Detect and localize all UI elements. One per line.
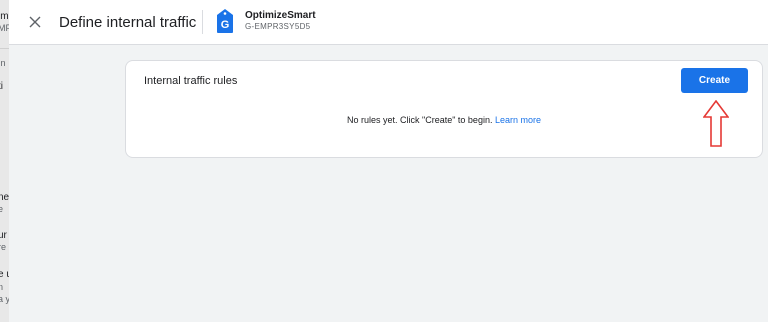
background-text-fragment: ur xyxy=(0,230,7,241)
background-text-fragment: re xyxy=(0,242,7,252)
page-title: Define internal traffic xyxy=(59,14,197,31)
header-divider xyxy=(202,10,203,34)
empty-state-message: No rules yet. Click "Create" to begin. L… xyxy=(126,115,762,125)
background-divider xyxy=(0,48,9,49)
background-text-fragment: e xyxy=(0,204,4,214)
background-text-fragment: n xyxy=(0,282,4,292)
panel-header: Define internal traffic G OptimizeSmart … xyxy=(9,0,768,45)
background-text-fragment: a yo xyxy=(0,294,9,304)
card-title: Internal traffic rules xyxy=(144,75,238,87)
background-text-fragment: im xyxy=(0,11,9,22)
background-text-fragment: MP xyxy=(0,23,9,33)
background-text-fragment: e u xyxy=(0,269,9,280)
property-id: G-EMPR3SY5D5 xyxy=(245,22,311,31)
background-text-fragment: In xyxy=(0,58,6,68)
internal-traffic-rules-card: Internal traffic rules Create No rules y… xyxy=(125,60,763,158)
property-name: OptimizeSmart xyxy=(245,10,316,21)
create-button[interactable]: Create xyxy=(681,68,748,93)
empty-state-text: No rules yet. Click "Create" to begin. xyxy=(347,115,493,125)
background-text-fragment: ti xyxy=(0,81,3,92)
red-up-arrow-icon xyxy=(703,100,729,147)
background-text-fragment: ne xyxy=(0,192,9,203)
learn-more-link[interactable]: Learn more xyxy=(495,115,541,125)
background-panel-edge: im MP In ti ne e ur re e u n a yo xyxy=(0,0,9,322)
close-icon xyxy=(29,16,41,28)
property-icon-letter: G xyxy=(221,19,230,31)
close-button[interactable] xyxy=(25,11,45,33)
google-analytics-tag-icon: G xyxy=(217,9,233,33)
